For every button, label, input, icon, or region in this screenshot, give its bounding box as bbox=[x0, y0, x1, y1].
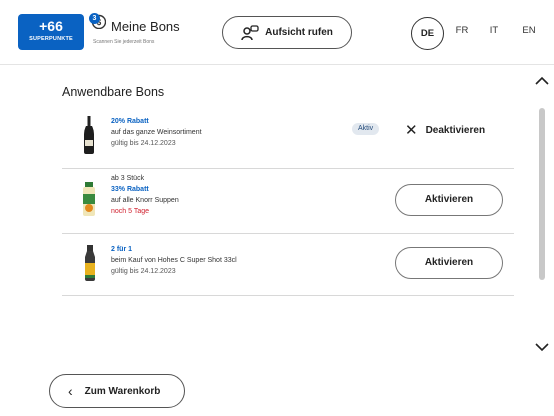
deactivate-button[interactable]: ✕ Deaktivieren bbox=[405, 119, 485, 141]
row-divider bbox=[62, 295, 514, 296]
bon-row-wine: 20% Rabatt auf das ganze Weinsortiment g… bbox=[62, 112, 514, 176]
deactivate-label: Deaktivieren bbox=[425, 124, 486, 136]
bon-text-knorr: ab 3 Stück 33% Rabatt auf alle Knorr Sup… bbox=[111, 173, 179, 217]
page-title: Meine Bons bbox=[111, 19, 180, 34]
person-chat-icon bbox=[241, 24, 259, 40]
activate-button[interactable]: Aktivieren bbox=[395, 247, 503, 279]
bon-description: beim Kauf von Hohes C Super Shot 33cl bbox=[111, 257, 237, 264]
language-de[interactable]: DE bbox=[411, 17, 444, 50]
bon-headline: 2 für 1 bbox=[111, 246, 133, 253]
chevron-up-icon[interactable] bbox=[535, 76, 549, 86]
bon-condition: ab 3 Stück bbox=[111, 175, 145, 182]
close-icon: ✕ bbox=[405, 121, 418, 139]
superpoints-label: SUPERPUNKTE bbox=[29, 36, 73, 42]
soup-bottle-icon bbox=[83, 182, 95, 216]
back-to-cart-label: Zum Warenkorb bbox=[84, 385, 161, 397]
bon-headline: 33% Rabatt bbox=[111, 186, 149, 193]
row-divider bbox=[62, 168, 514, 169]
call-supervisor-button[interactable]: Aufsicht rufen bbox=[222, 16, 352, 49]
superpoints-badge: +66 SUPERPUNKTE bbox=[18, 14, 84, 50]
activate-button[interactable]: Aktivieren bbox=[395, 184, 503, 216]
status-badge: Aktiv bbox=[352, 123, 380, 135]
language-en[interactable]: EN bbox=[521, 25, 537, 36]
bon-description: auf das ganze Weinsortiment bbox=[111, 129, 202, 136]
back-to-cart-button[interactable]: ‹ Zum Warenkorb bbox=[49, 374, 185, 408]
scrollbar[interactable] bbox=[539, 108, 545, 280]
page-subtitle: Scannen Sie jederzeit Bons bbox=[93, 39, 155, 45]
bon-row-knorr: ab 3 Stück 33% Rabatt auf alle Knorr Sup… bbox=[62, 170, 514, 234]
chevron-left-icon: ‹ bbox=[68, 383, 73, 399]
bon-expiry-warning: noch 5 Tage bbox=[111, 208, 150, 215]
bon-validity: gültig bis 24.12.2023 bbox=[111, 268, 176, 275]
wine-bottle-icon bbox=[84, 116, 94, 154]
language-it[interactable]: IT bbox=[489, 25, 499, 36]
bons-count-badge: 3 bbox=[89, 13, 100, 24]
superpoints-value: +66 bbox=[39, 18, 63, 34]
chevron-down-icon[interactable] bbox=[535, 342, 549, 352]
bon-headline: 20% Rabatt bbox=[111, 118, 149, 125]
language-fr[interactable]: FR bbox=[455, 25, 469, 36]
row-divider bbox=[62, 233, 514, 234]
bon-text-wine: 20% Rabatt auf das ganze Weinsortiment g… bbox=[111, 116, 202, 149]
bon-description: auf alle Knorr Suppen bbox=[111, 197, 179, 204]
bon-text-hohes-c: 2 für 1 beim Kauf von Hohes C Super Shot… bbox=[111, 244, 237, 277]
call-supervisor-label: Aufsicht rufen bbox=[265, 27, 333, 38]
bon-validity: gültig bis 24.12.2023 bbox=[111, 140, 176, 147]
juice-bottle-icon bbox=[85, 245, 95, 281]
section-title: Anwendbare Bons bbox=[62, 85, 165, 99]
bon-row-hohes-c: 2 für 1 beim Kauf von Hohes C Super Shot… bbox=[62, 235, 514, 299]
header-divider bbox=[0, 64, 554, 65]
